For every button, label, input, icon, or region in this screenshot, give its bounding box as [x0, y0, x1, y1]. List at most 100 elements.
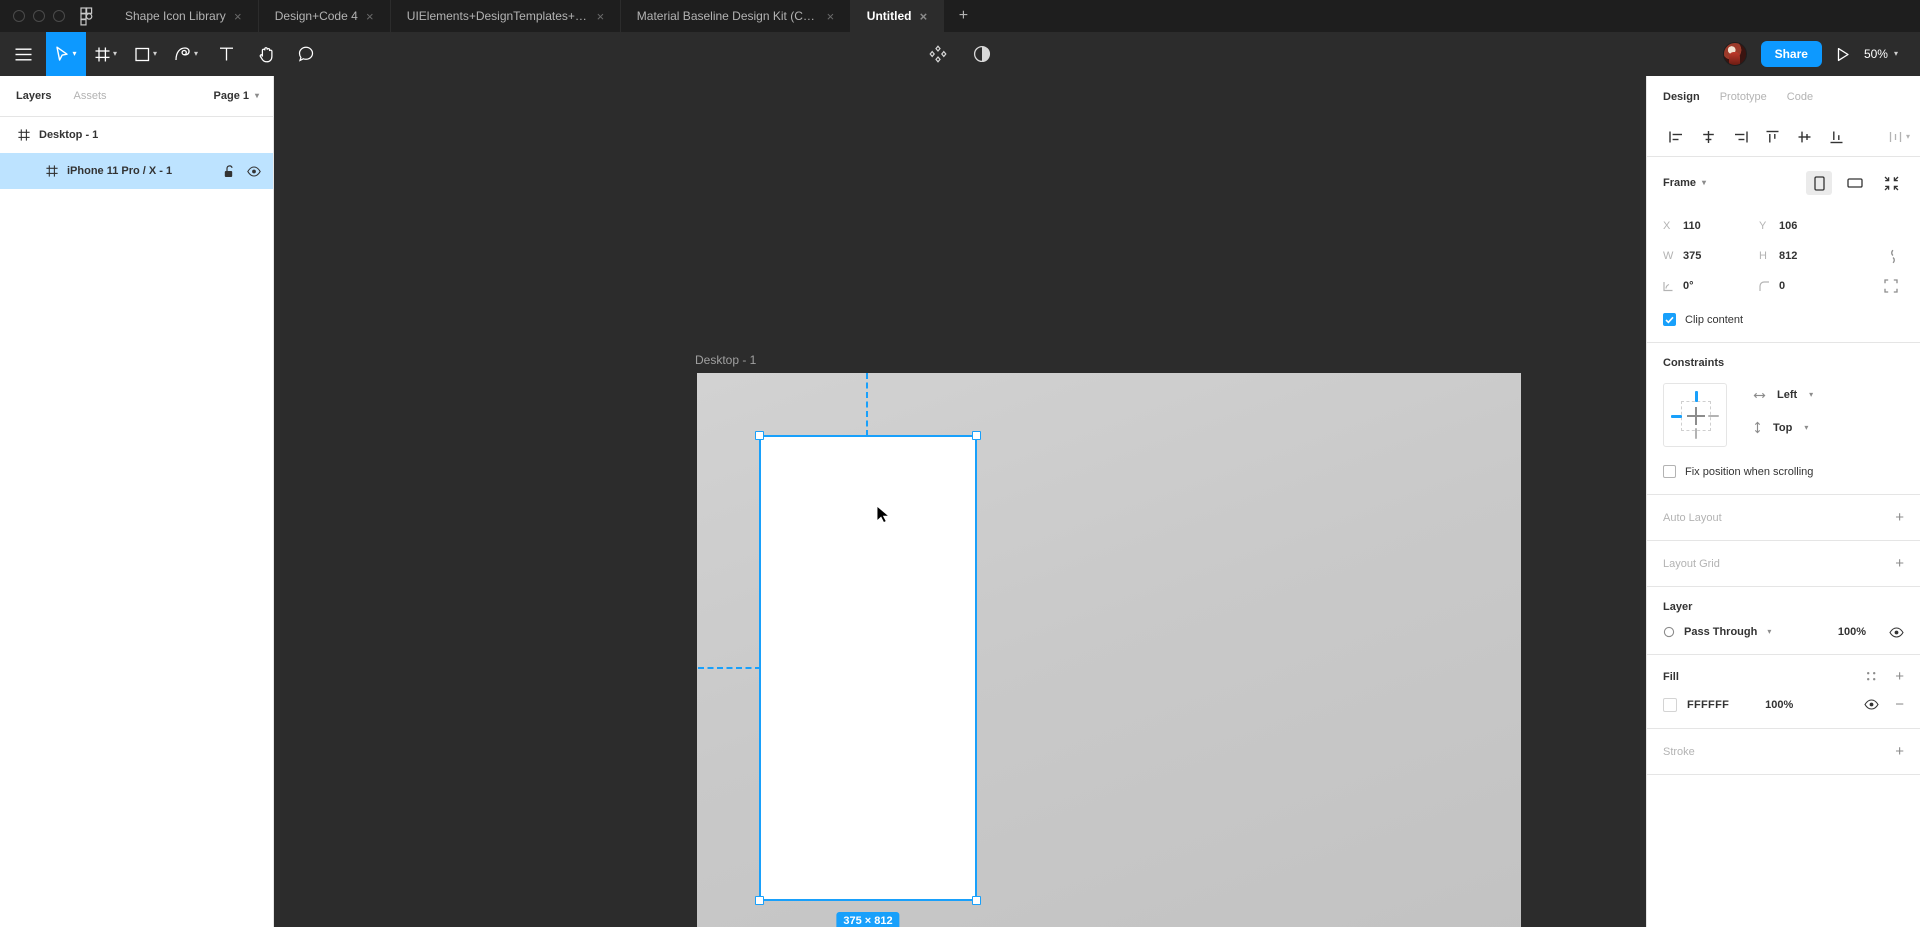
add-fill-button[interactable]: +	[1895, 669, 1904, 684]
tab-layers[interactable]: Layers	[16, 90, 51, 102]
constraint-right-bar[interactable]	[1708, 415, 1719, 417]
eye-icon[interactable]	[1889, 626, 1904, 638]
close-icon[interactable]: ×	[595, 10, 606, 23]
w-value: 375	[1683, 250, 1702, 262]
close-icon[interactable]: ×	[232, 10, 244, 23]
design-canvas[interactable]: Desktop - 1 375 × 812	[274, 76, 1646, 927]
y-field[interactable]: Y 106	[1759, 220, 1855, 232]
x-field[interactable]: X 110	[1663, 220, 1759, 232]
align-right-icon[interactable]	[1725, 123, 1755, 151]
resize-handle-top-right[interactable]	[972, 431, 981, 440]
chevron-down-icon[interactable]: ▾	[72, 50, 76, 58]
move-tool-button[interactable]: ▾	[46, 32, 86, 76]
page-selector[interactable]: Page 1 ▾	[214, 90, 259, 102]
resize-to-fit-icon[interactable]	[1878, 171, 1904, 195]
align-horizontal-center-icon[interactable]	[1693, 123, 1723, 151]
horizontal-constraint-dropdown[interactable]: Left ▾	[1753, 389, 1813, 401]
tab-design[interactable]: Design	[1663, 91, 1700, 103]
height-field[interactable]: H 812	[1759, 250, 1855, 262]
add-layout-grid-button[interactable]: +	[1895, 556, 1904, 571]
hand-tool-button[interactable]	[246, 32, 286, 76]
constraint-top-bar[interactable]	[1694, 391, 1698, 402]
share-button[interactable]: Share	[1760, 41, 1822, 67]
layer-row-desktop-1[interactable]: Desktop - 1	[0, 117, 273, 153]
close-icon[interactable]: ×	[917, 10, 929, 23]
avatar[interactable]	[1722, 42, 1747, 66]
tab-assets[interactable]: Assets	[73, 90, 106, 102]
remove-fill-button[interactable]: −	[1895, 697, 1904, 712]
figma-logo-icon[interactable]	[76, 0, 109, 32]
comment-tool-button[interactable]	[286, 32, 326, 76]
chevron-down-icon[interactable]: ▾	[1906, 132, 1910, 141]
w-label: W	[1663, 250, 1674, 262]
maximize-window-button[interactable]	[53, 10, 65, 22]
minimize-window-button[interactable]	[33, 10, 45, 22]
constraint-bottom-bar[interactable]	[1695, 428, 1697, 439]
constraint-left-bar[interactable]	[1671, 414, 1682, 418]
document-tab-untitled[interactable]: Untitled ×	[850, 0, 945, 32]
unlock-icon[interactable]	[224, 164, 235, 178]
fill-hex-value[interactable]: FFFFFF	[1687, 699, 1729, 711]
align-vertical-center-icon[interactable]	[1789, 123, 1819, 151]
vertical-constraint-dropdown[interactable]: Top ▾	[1753, 421, 1813, 434]
document-tab-1[interactable]: Design+Code 4 ×	[259, 0, 391, 32]
portrait-orientation-icon[interactable]	[1806, 171, 1832, 195]
constraint-center-horizontal[interactable]	[1687, 415, 1705, 417]
fill-styles-icon[interactable]	[1866, 671, 1877, 682]
rotation-field[interactable]: 0°	[1663, 280, 1759, 292]
constrain-proportions-icon[interactable]	[1878, 249, 1904, 264]
blend-mode-icon	[1663, 626, 1675, 638]
fix-position-row[interactable]: Fix position when scrolling	[1663, 465, 1904, 478]
independent-corners-icon[interactable]	[1878, 279, 1904, 293]
tab-prototype[interactable]: Prototype	[1720, 91, 1767, 103]
width-field[interactable]: W 375	[1663, 250, 1759, 262]
resize-handle-bottom-left[interactable]	[755, 896, 764, 905]
document-tab-0[interactable]: Shape Icon Library ×	[109, 0, 259, 32]
constraints-grid[interactable]	[1663, 383, 1727, 447]
document-tab-2[interactable]: UIElements+DesignTemplates+Guid... ×	[391, 0, 621, 32]
shape-tool-button[interactable]: ▾	[126, 32, 166, 76]
distribute-icon[interactable]: ▾	[1889, 130, 1910, 144]
document-tab-3[interactable]: Material Baseline Design Kit (Comm... ×	[621, 0, 851, 32]
align-left-icon[interactable]	[1661, 123, 1691, 151]
close-icon[interactable]: ×	[364, 10, 376, 23]
pen-tool-button[interactable]: ▾	[166, 32, 206, 76]
clip-content-checkbox[interactable]	[1663, 313, 1676, 326]
canvas-frame-label[interactable]: Desktop - 1	[695, 353, 756, 367]
main-menu-button[interactable]	[0, 32, 46, 76]
tab-code[interactable]: Code	[1787, 91, 1813, 103]
add-auto-layout-button[interactable]: +	[1895, 510, 1904, 525]
resize-handle-top-left[interactable]	[755, 431, 764, 440]
resize-handle-bottom-right[interactable]	[972, 896, 981, 905]
frame-tool-button[interactable]: ▾	[86, 32, 126, 76]
chevron-down-icon[interactable]: ▾	[1894, 50, 1898, 58]
layer-row-iphone-11-pro-x-1[interactable]: iPhone 11 Pro / X - 1	[0, 153, 273, 189]
fill-color-swatch[interactable]	[1663, 697, 1677, 712]
fix-position-checkbox[interactable]	[1663, 465, 1676, 478]
play-icon[interactable]	[1836, 47, 1850, 62]
chevron-down-icon[interactable]: ▾	[153, 50, 157, 58]
eye-icon[interactable]	[247, 165, 261, 177]
blend-mode-value[interactable]: Pass Through	[1684, 626, 1757, 638]
fill-opacity-value[interactable]: 100%	[1765, 699, 1793, 711]
eye-icon[interactable]	[1864, 699, 1879, 710]
layer-opacity-value[interactable]: 100%	[1838, 626, 1866, 638]
chevron-down-icon[interactable]: ▾	[113, 50, 117, 58]
frame-type-dropdown[interactable]: Frame ▾	[1663, 177, 1706, 189]
chevron-down-icon[interactable]: ▾	[194, 50, 198, 58]
components-icon[interactable]	[929, 45, 947, 63]
align-top-icon[interactable]	[1757, 123, 1787, 151]
close-window-button[interactable]	[13, 10, 25, 22]
add-stroke-button[interactable]: +	[1895, 744, 1904, 759]
text-tool-button[interactable]	[206, 32, 246, 76]
chevron-down-icon[interactable]: ▾	[1767, 628, 1771, 636]
selected-frame-iphone[interactable]: 375 × 812	[755, 431, 981, 927]
clip-content-row[interactable]: Clip content	[1663, 313, 1904, 326]
close-icon[interactable]: ×	[825, 10, 836, 23]
align-bottom-icon[interactable]	[1821, 123, 1851, 151]
zoom-control[interactable]: 50% ▾	[1864, 47, 1898, 61]
corner-radius-field[interactable]: 0	[1759, 280, 1855, 292]
new-tab-button[interactable]: +	[944, 0, 982, 32]
landscape-orientation-icon[interactable]	[1842, 171, 1868, 195]
contrast-mask-icon[interactable]	[973, 45, 991, 63]
